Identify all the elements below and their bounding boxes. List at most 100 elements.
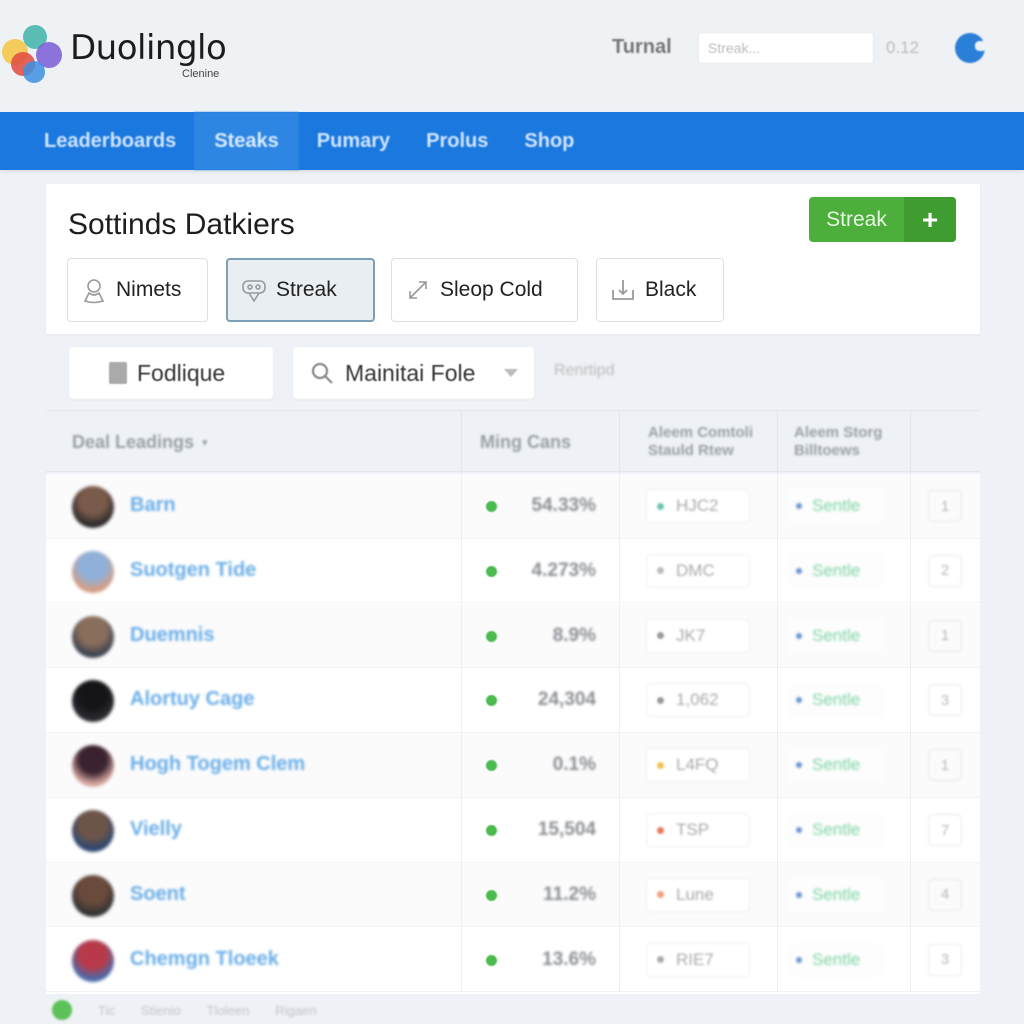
avatar[interactable] <box>72 680 114 723</box>
user-name-link[interactable]: Chemgn Tloeek <box>130 948 279 971</box>
avatar[interactable] <box>72 615 114 658</box>
column-divider <box>910 733 911 798</box>
avatar[interactable] <box>72 550 114 593</box>
footer-link[interactable]: Stienio <box>141 1003 181 1018</box>
code-dot-icon <box>657 567 664 575</box>
footer-bar: Tic Stienio Tloleen Rigaen <box>46 996 980 1024</box>
user-icon <box>83 279 105 304</box>
rank-badge[interactable]: 7 <box>928 814 962 846</box>
table-row[interactable]: Suotgen Tide 4.273% DMC Sentle 2 <box>46 538 980 604</box>
code-pill[interactable]: 1,062 <box>646 683 750 718</box>
table-row[interactable]: Soent 11.2% Lune Sentle 4 <box>46 862 980 928</box>
rank-badge[interactable]: 4 <box>928 878 962 911</box>
chevron-down-icon: ▾ <box>202 436 208 449</box>
footer-link[interactable]: Tloleen <box>207 1003 250 1018</box>
row-value: 8.9% <box>552 624 596 646</box>
filter-select[interactable]: Mainitai Fole <box>293 347 534 399</box>
column-header-value[interactable]: Ming Cans <box>480 411 571 473</box>
code-pill[interactable]: DMC <box>646 553 750 588</box>
chip-sleop-cold[interactable]: Sleop Cold <box>391 258 578 322</box>
table-row[interactable]: Barn 54.33% HJC2 Sentle 1 <box>46 474 980 539</box>
status-dot-icon <box>796 827 802 833</box>
rank-badge[interactable]: 1 <box>928 619 962 652</box>
user-name-link[interactable]: Alortuy Cage <box>130 688 254 711</box>
column-divider <box>910 474 911 539</box>
rank-badge[interactable]: 1 <box>928 490 962 522</box>
footer-link[interactable]: Rigaen <box>275 1003 316 1018</box>
chip-black[interactable]: Black <box>596 258 724 322</box>
avatar[interactable] <box>72 939 114 982</box>
column-divider <box>619 798 620 863</box>
add-streak-button[interactable]: Streak + <box>809 197 956 242</box>
search-icon <box>311 362 333 384</box>
tab-shop[interactable]: Shop <box>506 112 592 170</box>
chip-streak[interactable]: Streak <box>226 258 375 322</box>
rank-badge[interactable]: 1 <box>928 749 962 782</box>
column-divider <box>461 603 462 669</box>
avatar[interactable] <box>72 486 114 528</box>
column-divider <box>910 927 911 993</box>
search-input[interactable]: Streak... <box>698 32 874 64</box>
table-row[interactable]: Chemgn Tloeek 13.6% RIE7 Sentle 3 <box>46 927 980 993</box>
column-header-code[interactable]: Aleem Comtoli Stauld Rtew <box>648 411 768 473</box>
user-name-link[interactable]: Soent <box>130 883 186 906</box>
avatar[interactable] <box>72 810 114 852</box>
table-row[interactable]: Hogh Togem Clem 0.1% L4FQ Sentle 1 <box>46 733 980 798</box>
code-label: TSP <box>676 820 710 839</box>
column-header-status[interactable]: Aleem Storg Billtoews <box>794 411 904 473</box>
tab-leaderboards[interactable]: Leaderboards <box>26 112 194 170</box>
status-dot-icon <box>796 891 802 898</box>
code-pill[interactable]: HJC2 <box>646 489 750 523</box>
code-pill[interactable]: Lune <box>646 877 750 912</box>
code-pill[interactable]: L4FQ <box>646 748 750 783</box>
logo-icon[interactable] <box>2 22 64 84</box>
footer-link[interactable]: Tic <box>98 1003 115 1018</box>
column-divider <box>619 538 620 604</box>
user-name-link[interactable]: Duemnis <box>130 624 214 647</box>
tab-steaks[interactable]: Steaks <box>194 112 299 170</box>
code-dot-icon <box>657 502 664 510</box>
rank-badge[interactable]: 3 <box>928 684 962 717</box>
column-header-label: Deal Leadings <box>72 431 195 452</box>
user-name-link[interactable]: Suotgen Tide <box>130 559 256 582</box>
chip-nimets[interactable]: Nimets <box>67 258 208 322</box>
status-label: Sentle <box>812 949 861 969</box>
code-pill[interactable]: RIE7 <box>646 942 750 977</box>
table-row[interactable]: Vielly 15,504 TSP Sentle 7 <box>46 798 980 863</box>
filter-extra-link[interactable]: Renrtipd <box>554 362 614 380</box>
status-label: Sentle <box>812 820 861 839</box>
avatar[interactable] <box>72 874 114 917</box>
status-dot-icon <box>796 956 802 963</box>
table-row[interactable]: Duemnis 8.9% JK7 Sentle 1 <box>46 603 980 669</box>
row-value: 0.1% <box>552 754 596 776</box>
status-label: Sentle <box>812 625 861 645</box>
table-row[interactable]: Alortuy Cage 24,304 1,062 Sentle 3 <box>46 668 980 733</box>
avatar[interactable] <box>72 745 114 788</box>
plus-icon: + <box>904 197 956 242</box>
chip-label: Streak <box>276 278 337 301</box>
column-header-name[interactable]: Deal Leadings ▾ <box>72 411 208 473</box>
code-pill[interactable]: JK7 <box>646 618 750 653</box>
code-dot-icon <box>657 632 664 640</box>
column-divider <box>619 927 620 993</box>
user-name-link[interactable]: Vielly <box>130 818 182 841</box>
status-dot-icon <box>796 762 802 769</box>
tab-prolus[interactable]: Prolus <box>408 112 506 170</box>
tab-pumary[interactable]: Pumary <box>299 112 408 170</box>
column-divider <box>777 862 778 928</box>
app-header: Duolinglo Clenine Turnal Streak... 0.12 <box>0 0 1024 110</box>
filter-button[interactable]: Fodlique <box>69 347 273 399</box>
column-divider <box>910 668 911 733</box>
user-name-link[interactable]: Hogh Togem Clem <box>130 753 305 776</box>
rank-badge[interactable]: 3 <box>928 943 962 976</box>
row-value: 13.6% <box>542 948 596 970</box>
rank-badge[interactable]: 2 <box>928 554 962 587</box>
user-name-link[interactable]: Barn <box>130 494 176 517</box>
user-avatar[interactable] <box>955 33 987 63</box>
code-pill[interactable]: TSP <box>646 813 750 847</box>
online-status-dot <box>486 954 497 966</box>
status-label: Sentle <box>812 755 861 775</box>
chevron-down-icon <box>504 369 518 377</box>
header-label[interactable]: Turnal <box>612 36 672 59</box>
status-badge: Sentle <box>788 877 884 912</box>
